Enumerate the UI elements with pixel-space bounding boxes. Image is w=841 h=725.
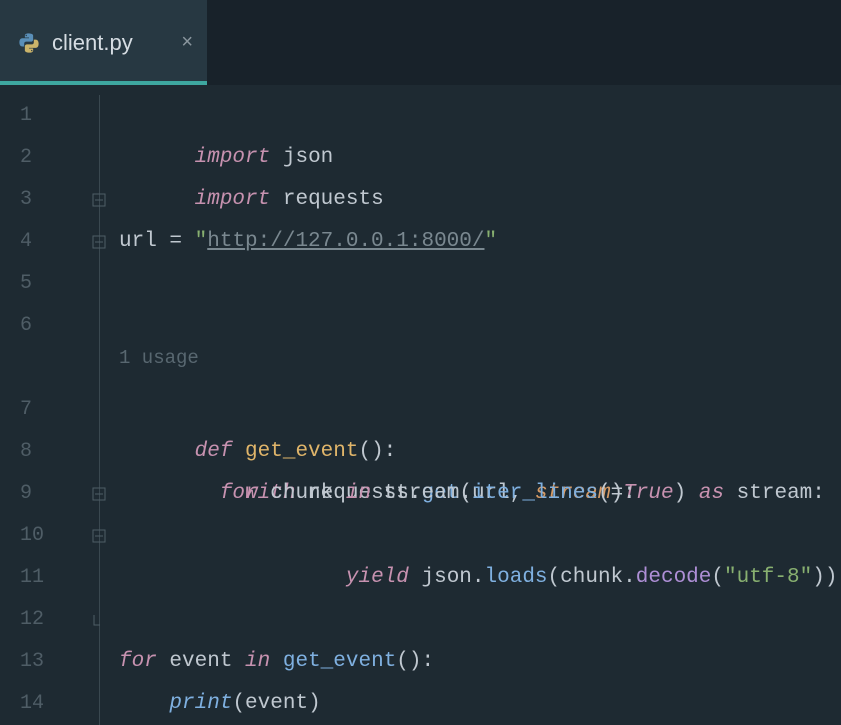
line-number[interactable]: 8 [0, 431, 95, 473]
close-icon[interactable]: × [181, 31, 193, 54]
line-number[interactable]: 6 [0, 305, 95, 347]
tab-client-py[interactable]: client.py × [0, 0, 207, 85]
code-line[interactable]: import requests [95, 137, 841, 179]
code-line[interactable]: print(event) [95, 683, 841, 725]
line-number[interactable]: 9 [0, 473, 95, 515]
code-line[interactable] [95, 263, 841, 305]
code-line[interactable] [95, 557, 841, 599]
code-line[interactable] [95, 305, 841, 347]
line-number[interactable]: 1 [0, 95, 95, 137]
code-line[interactable]: for event in get_event(): [95, 641, 841, 683]
fold-icon[interactable] [92, 109, 106, 123]
fold-icon[interactable] [92, 403, 106, 417]
code-line[interactable]: import json [95, 95, 841, 137]
code-line[interactable] [95, 179, 841, 221]
gutter: 1 2 3 4 5 6 7 8 9 10 11 12 13 14 [0, 85, 95, 725]
code-line[interactable]: yield json.loads(chunk.decode("utf-8")) [95, 515, 841, 557]
line-number[interactable]: 4 [0, 221, 95, 263]
line-number[interactable]: 2 [0, 137, 95, 179]
line-number[interactable]: 12 [0, 599, 95, 641]
usage-hint[interactable]: 1 usage [119, 347, 199, 369]
line-number[interactable]: 14 [0, 683, 95, 725]
line-number[interactable]: 10 [0, 515, 95, 557]
code-line[interactable]: for chunk in stream.iter_lines(): [95, 473, 841, 515]
tab-title: client.py [52, 30, 169, 56]
line-number[interactable]: 11 [0, 557, 95, 599]
usage-hint-row: 1 usage [95, 347, 841, 389]
code-line[interactable]: with requests.get(url, stream=True) as s… [95, 431, 841, 473]
code-line[interactable]: url = "http://127.0.0.1:8000/" [95, 221, 841, 263]
fold-end-icon[interactable] [92, 529, 106, 543]
fold-icon[interactable] [92, 151, 106, 165]
fold-icon[interactable] [92, 445, 106, 459]
editor: 1 2 3 4 5 6 7 8 9 10 11 12 13 14 import … [0, 85, 841, 725]
python-file-icon [18, 32, 40, 54]
code-line[interactable]: def get_event(): [95, 389, 841, 431]
line-number-blank [0, 347, 95, 389]
line-number[interactable]: 3 [0, 179, 95, 221]
line-number[interactable]: 5 [0, 263, 95, 305]
tab-bar: client.py × [0, 0, 841, 85]
code-area[interactable]: import json import requests url = "http:… [95, 85, 841, 725]
code-line[interactable] [95, 599, 841, 641]
line-number[interactable]: 7 [0, 389, 95, 431]
line-number[interactable]: 13 [0, 641, 95, 683]
